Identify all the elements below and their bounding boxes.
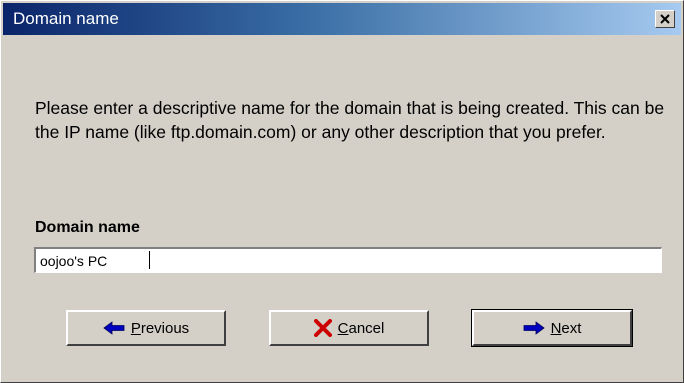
cancel-button[interactable]: Cancel bbox=[269, 310, 429, 346]
previous-button[interactable]: Previous bbox=[66, 310, 226, 346]
cancel-button-label: Cancel bbox=[337, 319, 385, 337]
previous-button-label: Previous bbox=[130, 319, 190, 337]
right-arrow-icon bbox=[523, 321, 545, 335]
domain-name-input[interactable] bbox=[34, 247, 662, 273]
dialog-window: Domain name Please enter a descriptive n… bbox=[0, 0, 684, 383]
domain-name-label: Domain name bbox=[35, 219, 140, 236]
title-bar[interactable]: Domain name bbox=[3, 3, 681, 35]
text-caret bbox=[149, 251, 150, 269]
next-button-label: Next bbox=[550, 319, 582, 337]
red-x-icon bbox=[313, 319, 332, 337]
window-title: Domain name bbox=[13, 9, 119, 28]
instructions-text: Please enter a descriptive name for the … bbox=[35, 98, 665, 142]
next-button[interactable]: Next bbox=[471, 309, 633, 347]
left-arrow-icon bbox=[103, 321, 125, 335]
close-button[interactable] bbox=[655, 10, 675, 28]
close-icon bbox=[660, 14, 670, 24]
